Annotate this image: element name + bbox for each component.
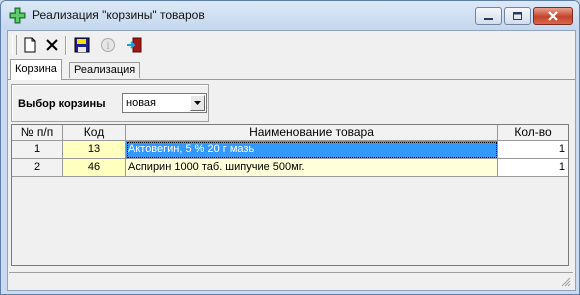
basket-select-dropdown-button[interactable] bbox=[190, 95, 205, 111]
close-icon bbox=[548, 11, 558, 21]
main-window: Реализация "корзины" товаров i Корзина Р… bbox=[0, 0, 580, 295]
column-header-name[interactable]: Наименование товара bbox=[126, 125, 498, 141]
basket-select[interactable]: новая bbox=[122, 93, 207, 113]
info-button[interactable]: i bbox=[97, 35, 119, 56]
maximize-icon bbox=[513, 12, 522, 20]
new-document-icon bbox=[24, 37, 36, 53]
chevron-down-icon bbox=[194, 101, 201, 105]
save-button[interactable] bbox=[71, 35, 93, 56]
toolbar: i bbox=[9, 32, 574, 58]
info-icon: i bbox=[101, 38, 115, 52]
table-row-2-name[interactable]: Аспирин 1000 таб. шипучие 500мг. bbox=[126, 159, 498, 177]
minimize-icon bbox=[484, 18, 493, 20]
goods-table[interactable]: № п/п Код Наименование товара Кол-во 1 1… bbox=[11, 124, 569, 266]
new-button[interactable] bbox=[19, 35, 41, 56]
tab-sales-label: Реализация bbox=[74, 64, 136, 76]
table-row-2-qty[interactable]: 1 bbox=[498, 159, 568, 177]
table-row-2-code[interactable]: 46 bbox=[63, 159, 126, 177]
table-row-1-qty[interactable]: 1 bbox=[498, 141, 568, 159]
maximize-button[interactable] bbox=[504, 7, 531, 25]
tab-basket-label: Корзина bbox=[15, 63, 57, 75]
column-header-num[interactable]: № п/п bbox=[12, 125, 63, 141]
minimize-button[interactable] bbox=[475, 7, 502, 25]
close-button[interactable] bbox=[533, 7, 573, 25]
exit-button[interactable] bbox=[123, 35, 145, 56]
svg-text:i: i bbox=[106, 41, 109, 52]
column-header-code[interactable]: Код bbox=[63, 125, 126, 141]
delete-icon bbox=[46, 39, 58, 51]
app-cross-icon bbox=[9, 7, 26, 24]
window-title: Реализация "корзины" товаров bbox=[32, 8, 205, 22]
client-area: i Корзина Реализация Выбор корзины новая bbox=[7, 30, 576, 291]
toolbar-separator bbox=[65, 36, 67, 55]
basket-selector-label: Выбор корзины bbox=[18, 98, 106, 110]
basket-selector-panel: Выбор корзины новая bbox=[11, 84, 209, 122]
column-header-qty[interactable]: Кол-во bbox=[498, 125, 568, 141]
table-row-1-name[interactable]: Актовегин, 5 % 20 г мазь bbox=[126, 141, 498, 159]
tab-strip: Корзина Реализация bbox=[8, 59, 575, 80]
resize-grip-icon[interactable] bbox=[561, 277, 571, 287]
delete-button[interactable] bbox=[41, 35, 63, 56]
status-bar bbox=[9, 272, 573, 289]
table-row-1-code[interactable]: 13 bbox=[63, 141, 126, 159]
exit-door-icon bbox=[127, 37, 142, 53]
basket-select-value: новая bbox=[126, 97, 156, 109]
tab-basket[interactable]: Корзина bbox=[10, 59, 62, 80]
save-icon bbox=[74, 37, 90, 53]
table-row-2-num[interactable]: 2 bbox=[12, 159, 63, 177]
table-row-1-num[interactable]: 1 bbox=[12, 141, 63, 159]
toolbar-grip[interactable] bbox=[12, 35, 17, 55]
title-bar[interactable]: Реализация "корзины" товаров bbox=[1, 1, 579, 30]
tab-sales[interactable]: Реализация bbox=[69, 62, 141, 78]
